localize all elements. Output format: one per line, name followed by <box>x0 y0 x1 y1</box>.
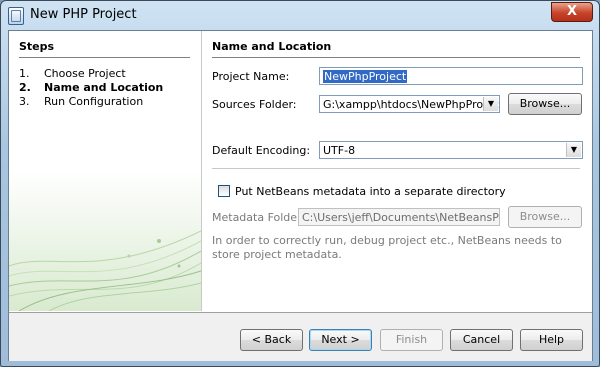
step-label: Choose Project <box>44 67 126 80</box>
finish-button[interactable]: Finish <box>380 329 443 351</box>
step-label: Name and Location <box>44 81 164 94</box>
step-number: 2. <box>19 81 31 94</box>
project-name-value: NewPhpProject <box>323 70 408 83</box>
back-button[interactable]: < Back <box>240 329 303 351</box>
metadata-folder-value: C:\Users\jeff\Documents\NetBeansProject <box>302 211 500 224</box>
metadata-folder-input[interactable]: C:\Users\jeff\Documents\NetBeansProject <box>298 208 500 226</box>
window-title: New PHP Project <box>30 7 137 22</box>
netbeans-metadata-label[interactable]: Put NetBeans metadata into a separate di… <box>235 185 506 198</box>
app-icon <box>8 7 24 25</box>
step-number: 1. <box>19 67 30 80</box>
dropdown-arrow-icon[interactable]: ▼ <box>566 143 581 157</box>
button-bar: < Back Next > Finish Cancel Help <box>9 312 592 361</box>
dialog-content: Steps 1. Choose Project 2. Name and Locati… <box>8 30 593 361</box>
default-encoding-label: Default Encoding: <box>212 144 311 157</box>
steps-list: 1. Choose Project 2. Name and Location 3. R… <box>19 67 163 109</box>
section-heading: Name and Location <box>212 40 580 58</box>
sources-folder-combo[interactable]: G:\xampp\htdocs\NewPhpProject ▼ <box>319 95 500 113</box>
steps-heading: Steps <box>19 40 190 58</box>
step-number: 3. <box>19 95 30 108</box>
help-button[interactable]: Help <box>520 329 583 351</box>
sources-folder-value: G:\xampp\htdocs\NewPhpProject <box>323 98 500 111</box>
step-item: 1. Choose Project <box>19 67 163 80</box>
separator <box>212 168 580 169</box>
dropdown-arrow-icon[interactable]: ▼ <box>483 97 498 111</box>
netbeans-metadata-checkbox[interactable] <box>218 185 230 197</box>
sources-folder-label: Sources Folder: <box>212 98 297 111</box>
dialog-window: New PHP Project X Steps 1. Choose Projec… <box>0 0 600 367</box>
step-item: 3. Run Configuration <box>19 95 163 108</box>
metadata-browse-button[interactable]: Browse... <box>508 206 582 228</box>
main-panel: Name and Location Project Name: NewPhpPr… <box>202 31 592 311</box>
title-bar[interactable]: New PHP Project X <box>1 1 599 29</box>
project-name-input[interactable]: NewPhpProject <box>319 67 583 85</box>
metadata-help-text: In order to correctly run, debug project… <box>212 234 562 261</box>
step-item-current: 2. Name and Location <box>19 81 163 94</box>
metadata-folder-label: Metadata Folder: <box>212 211 306 224</box>
cancel-button[interactable]: Cancel <box>450 329 513 351</box>
close-button[interactable]: X <box>551 2 593 22</box>
step-label: Run Configuration <box>44 95 144 108</box>
steps-panel: Steps 1. Choose Project 2. Name and Locati… <box>9 31 202 311</box>
next-button[interactable]: Next > <box>309 329 372 351</box>
sources-browse-button[interactable]: Browse... <box>508 93 582 115</box>
default-encoding-value: UTF-8 <box>323 144 356 157</box>
default-encoding-select[interactable]: UTF-8 ▼ <box>319 141 583 159</box>
decorative-swirl-graphic <box>9 171 201 311</box>
project-name-label: Project Name: <box>212 70 290 83</box>
